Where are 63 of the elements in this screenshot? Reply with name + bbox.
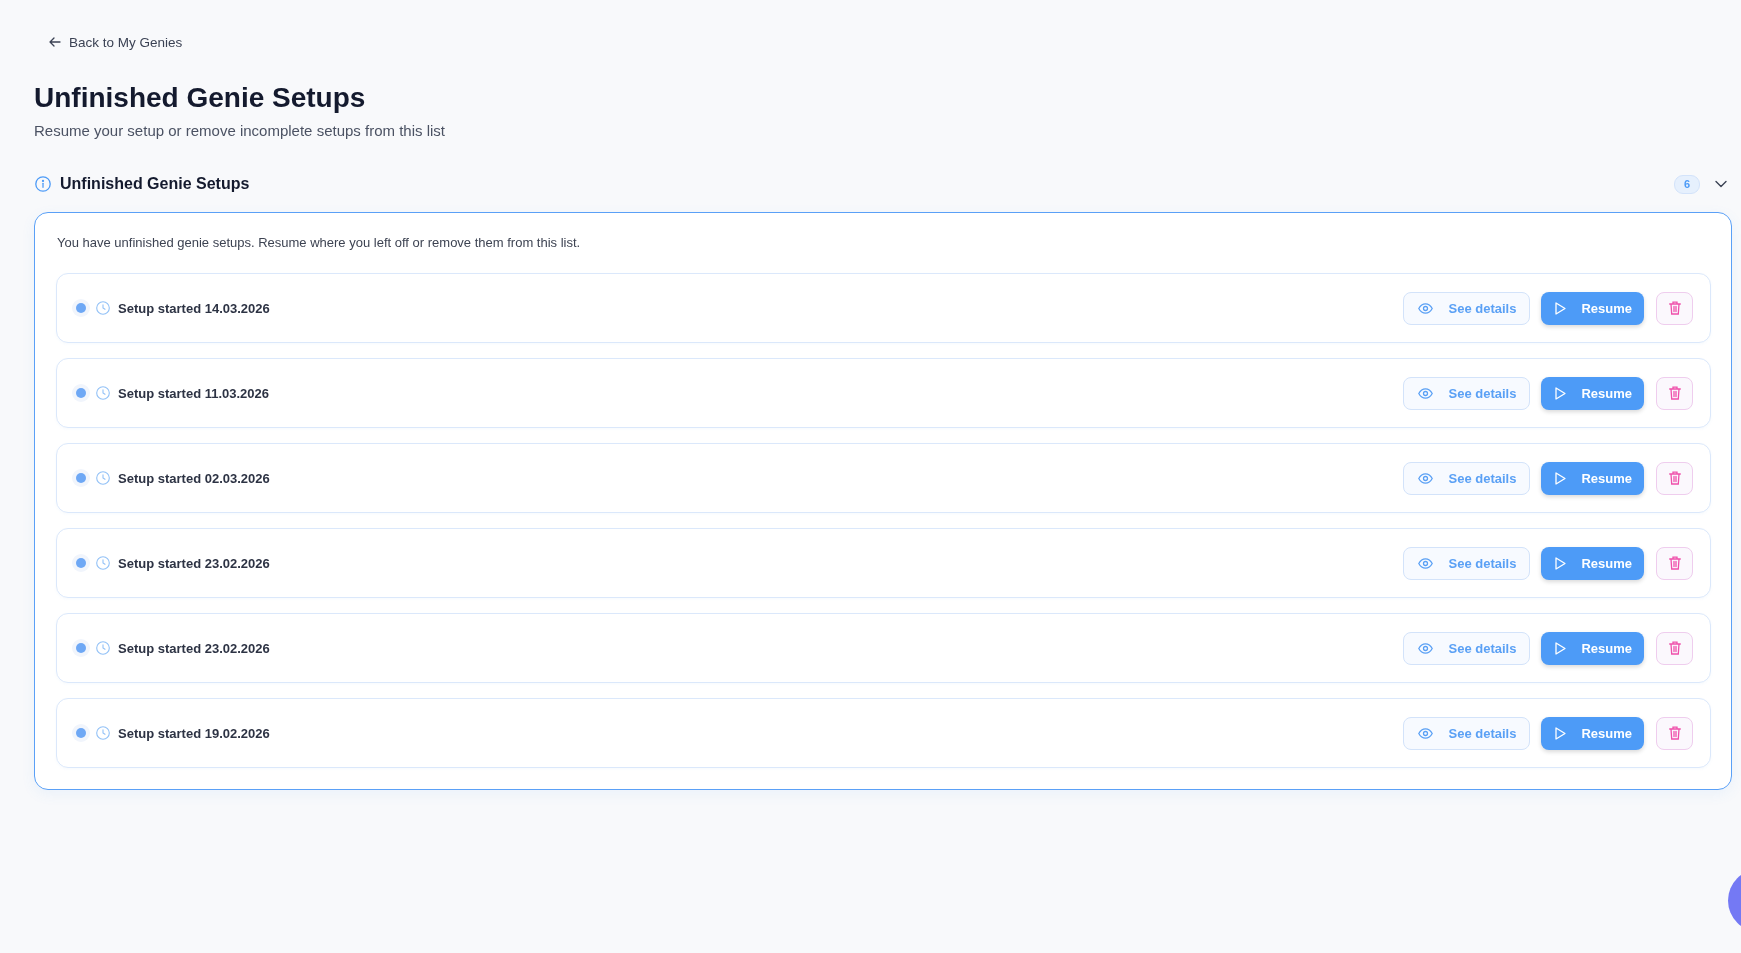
eye-icon: [1418, 642, 1434, 654]
see-details-button[interactable]: See details: [1403, 461, 1531, 495]
see-details-button[interactable]: See details: [1403, 291, 1531, 325]
count-badge: 6: [1673, 174, 1700, 194]
status-dot-icon: [72, 299, 90, 317]
see-details-button[interactable]: See details: [1403, 716, 1531, 750]
status-dot-icon: [72, 384, 90, 402]
delete-button[interactable]: [1656, 376, 1693, 410]
eye-icon: [1418, 557, 1434, 569]
see-details-button[interactable]: See details: [1403, 546, 1531, 580]
panel-description: You have unfinished genie setups. Resume where you left off or remove them from this list.: [57, 234, 582, 252]
collapse-button[interactable]: [1715, 180, 1727, 188]
clock-icon: [96, 301, 110, 315]
eye-icon: [1418, 302, 1434, 314]
delete-button[interactable]: [1656, 461, 1693, 495]
play-icon: [1555, 641, 1567, 655]
clock-icon: [96, 641, 110, 655]
trash-icon: [1668, 301, 1681, 315]
play-icon: [1555, 471, 1567, 485]
eye-icon: [1418, 472, 1434, 484]
setup-label: Setup started 19.02.2026: [118, 725, 270, 741]
eye-icon: [1418, 387, 1434, 399]
status-dot-icon: [72, 724, 90, 742]
clock-icon: [96, 386, 110, 400]
status-dot-icon: [72, 469, 90, 487]
delete-button[interactable]: [1656, 716, 1693, 750]
see-details-button[interactable]: See details: [1403, 376, 1531, 410]
clock-icon: [96, 726, 110, 740]
setup-label: Setup started 02.03.2026: [118, 470, 270, 486]
delete-button[interactable]: [1656, 291, 1693, 325]
play-icon: [1555, 556, 1567, 570]
trash-icon: [1668, 386, 1681, 400]
eye-icon: [1418, 727, 1434, 739]
play-icon: [1555, 386, 1567, 400]
see-details-button[interactable]: See details: [1403, 631, 1531, 665]
resume-button[interactable]: Resume: [1541, 461, 1644, 495]
resume-button[interactable]: Resume: [1541, 631, 1644, 665]
page-title: Unfinished Genie Setups: [34, 81, 367, 115]
resume-button[interactable]: Resume: [1541, 546, 1644, 580]
delete-button[interactable]: [1656, 546, 1693, 580]
setup-label: Setup started 23.02.2026: [118, 555, 270, 571]
back-link[interactable]: Back to My Genies: [49, 33, 183, 51]
resume-button[interactable]: Resume: [1541, 716, 1644, 750]
status-dot-icon: [72, 639, 90, 657]
resume-button[interactable]: Resume: [1541, 376, 1644, 410]
page-subtitle: Resume your setup or remove incomplete setups from this list: [34, 121, 446, 141]
trash-icon: [1668, 641, 1681, 655]
clock-icon: [96, 471, 110, 485]
trash-icon: [1668, 726, 1681, 740]
setup-label: Setup started 11.03.2026: [118, 385, 270, 401]
resume-button[interactable]: Resume: [1541, 291, 1644, 325]
setup-label: Setup started 23.02.2026: [118, 640, 270, 656]
clock-icon: [96, 556, 110, 570]
delete-button[interactable]: [1656, 631, 1693, 665]
play-icon: [1555, 726, 1567, 740]
play-icon: [1555, 301, 1567, 315]
arrow-left-icon: [49, 37, 61, 47]
trash-icon: [1668, 556, 1681, 570]
status-dot-icon: [72, 554, 90, 572]
setup-label: Setup started 14.03.2026: [118, 300, 270, 316]
section-title: Unfinished Genie Setups: [60, 175, 250, 193]
info-icon: [35, 176, 51, 192]
trash-icon: [1668, 471, 1681, 485]
